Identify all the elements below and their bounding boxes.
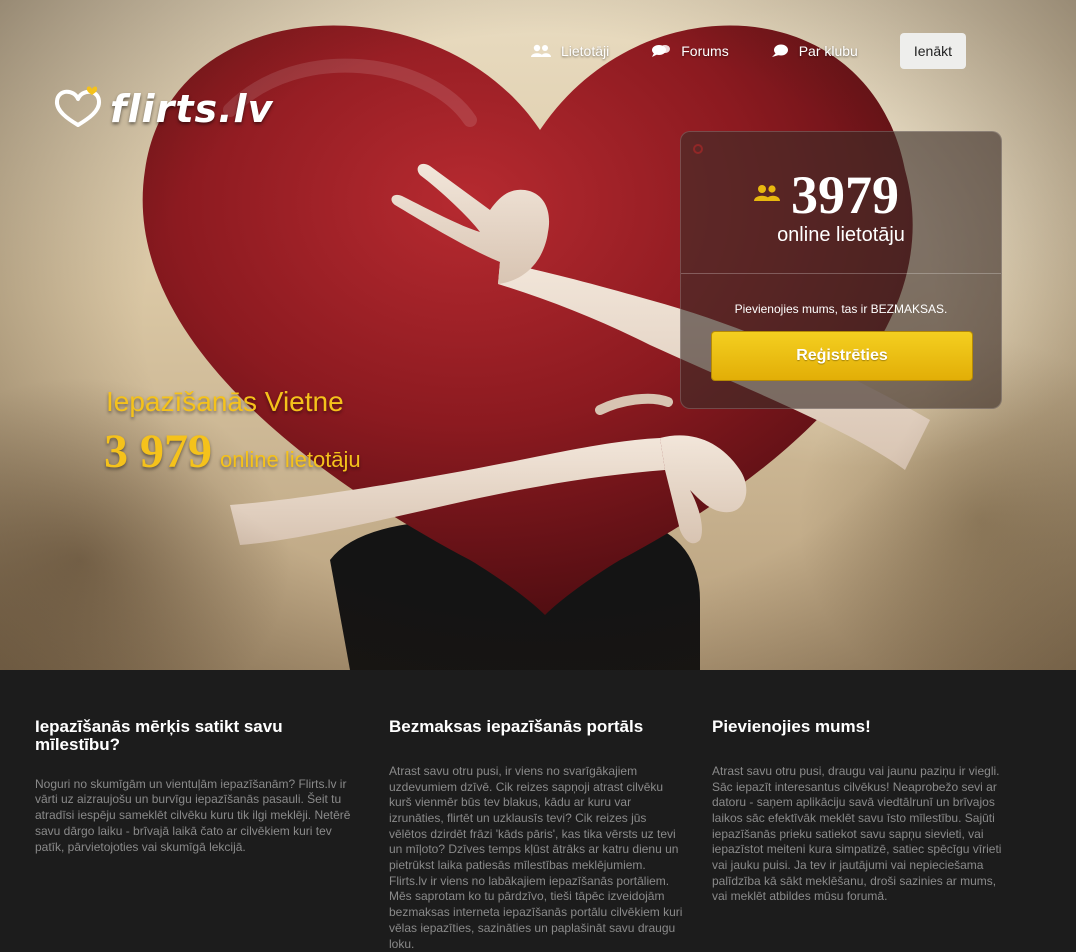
online-count: 3979 bbox=[791, 165, 899, 225]
info-column: Bezmaksas iepazīšanās portāls Atrast sav… bbox=[389, 718, 685, 952]
info-section: Iepazīšanās mērķis satikt savu mīlestību… bbox=[0, 670, 1076, 952]
column-title: Iepazīšanās mērķis satikt savu mīlestību… bbox=[35, 717, 283, 754]
online-stats-box: 3979 online lietotāju Pievienojies mums,… bbox=[680, 131, 1002, 409]
nav-item-about[interactable]: Par klubu bbox=[771, 43, 858, 59]
column-title: Pievienojies mums! bbox=[712, 717, 871, 736]
nav-item-label: Par klubu bbox=[798, 43, 858, 59]
nav-item-label: Forums bbox=[681, 43, 729, 59]
top-nav: Lietotāji Forums Par klubu Ienākt bbox=[489, 33, 966, 69]
chat-bubbles-icon bbox=[651, 44, 671, 58]
heart-outline-icon bbox=[52, 85, 104, 133]
hero-count-number: 3 979 bbox=[104, 425, 212, 478]
site-logo[interactable]: flirts.lv bbox=[52, 85, 273, 133]
info-column: Pievienojies mums! Atrast savu otru pusi… bbox=[712, 718, 1008, 905]
users-icon bbox=[753, 184, 781, 206]
logo-text: flirts.lv bbox=[110, 87, 274, 131]
hero-online-count: 3 979 online lietotāju bbox=[104, 424, 361, 479]
column-text: Atrast savu otru pusi, ir viens no svarī… bbox=[389, 763, 683, 951]
online-label: online lietotāju bbox=[777, 224, 905, 246]
column-title: Bezmaksas iepazīšanās portāls bbox=[389, 717, 644, 736]
users-icon bbox=[530, 44, 551, 58]
speech-bubble-icon bbox=[771, 44, 789, 58]
column-text: Atrast savu otru pusi, draugu vai jaunu … bbox=[712, 763, 1002, 904]
stats-top: 3979 online lietotāju bbox=[681, 132, 1001, 274]
join-text: Pievienojies mums, tas ir BEZMAKSAS. bbox=[734, 302, 948, 316]
info-column: Iepazīšanās mērķis satikt savu mīlestību… bbox=[35, 718, 357, 855]
login-button[interactable]: Ienākt bbox=[899, 33, 966, 69]
nav-item-forums[interactable]: Forums bbox=[651, 43, 729, 59]
hero-banner: Lietotāji Forums Par klubu Ienākt flirts… bbox=[0, 0, 1076, 670]
register-button[interactable]: Reģistrēties bbox=[711, 331, 973, 381]
nav-item-label: Lietotāji bbox=[560, 43, 610, 59]
hero-title: Iepazīšanās Vietne bbox=[106, 386, 344, 417]
nav-item-users[interactable]: Lietotāji bbox=[530, 43, 610, 59]
hero-count-label: online lietotāju bbox=[220, 447, 361, 472]
column-text: Noguri no skumīgām un vientuļām iepazīša… bbox=[35, 776, 351, 854]
